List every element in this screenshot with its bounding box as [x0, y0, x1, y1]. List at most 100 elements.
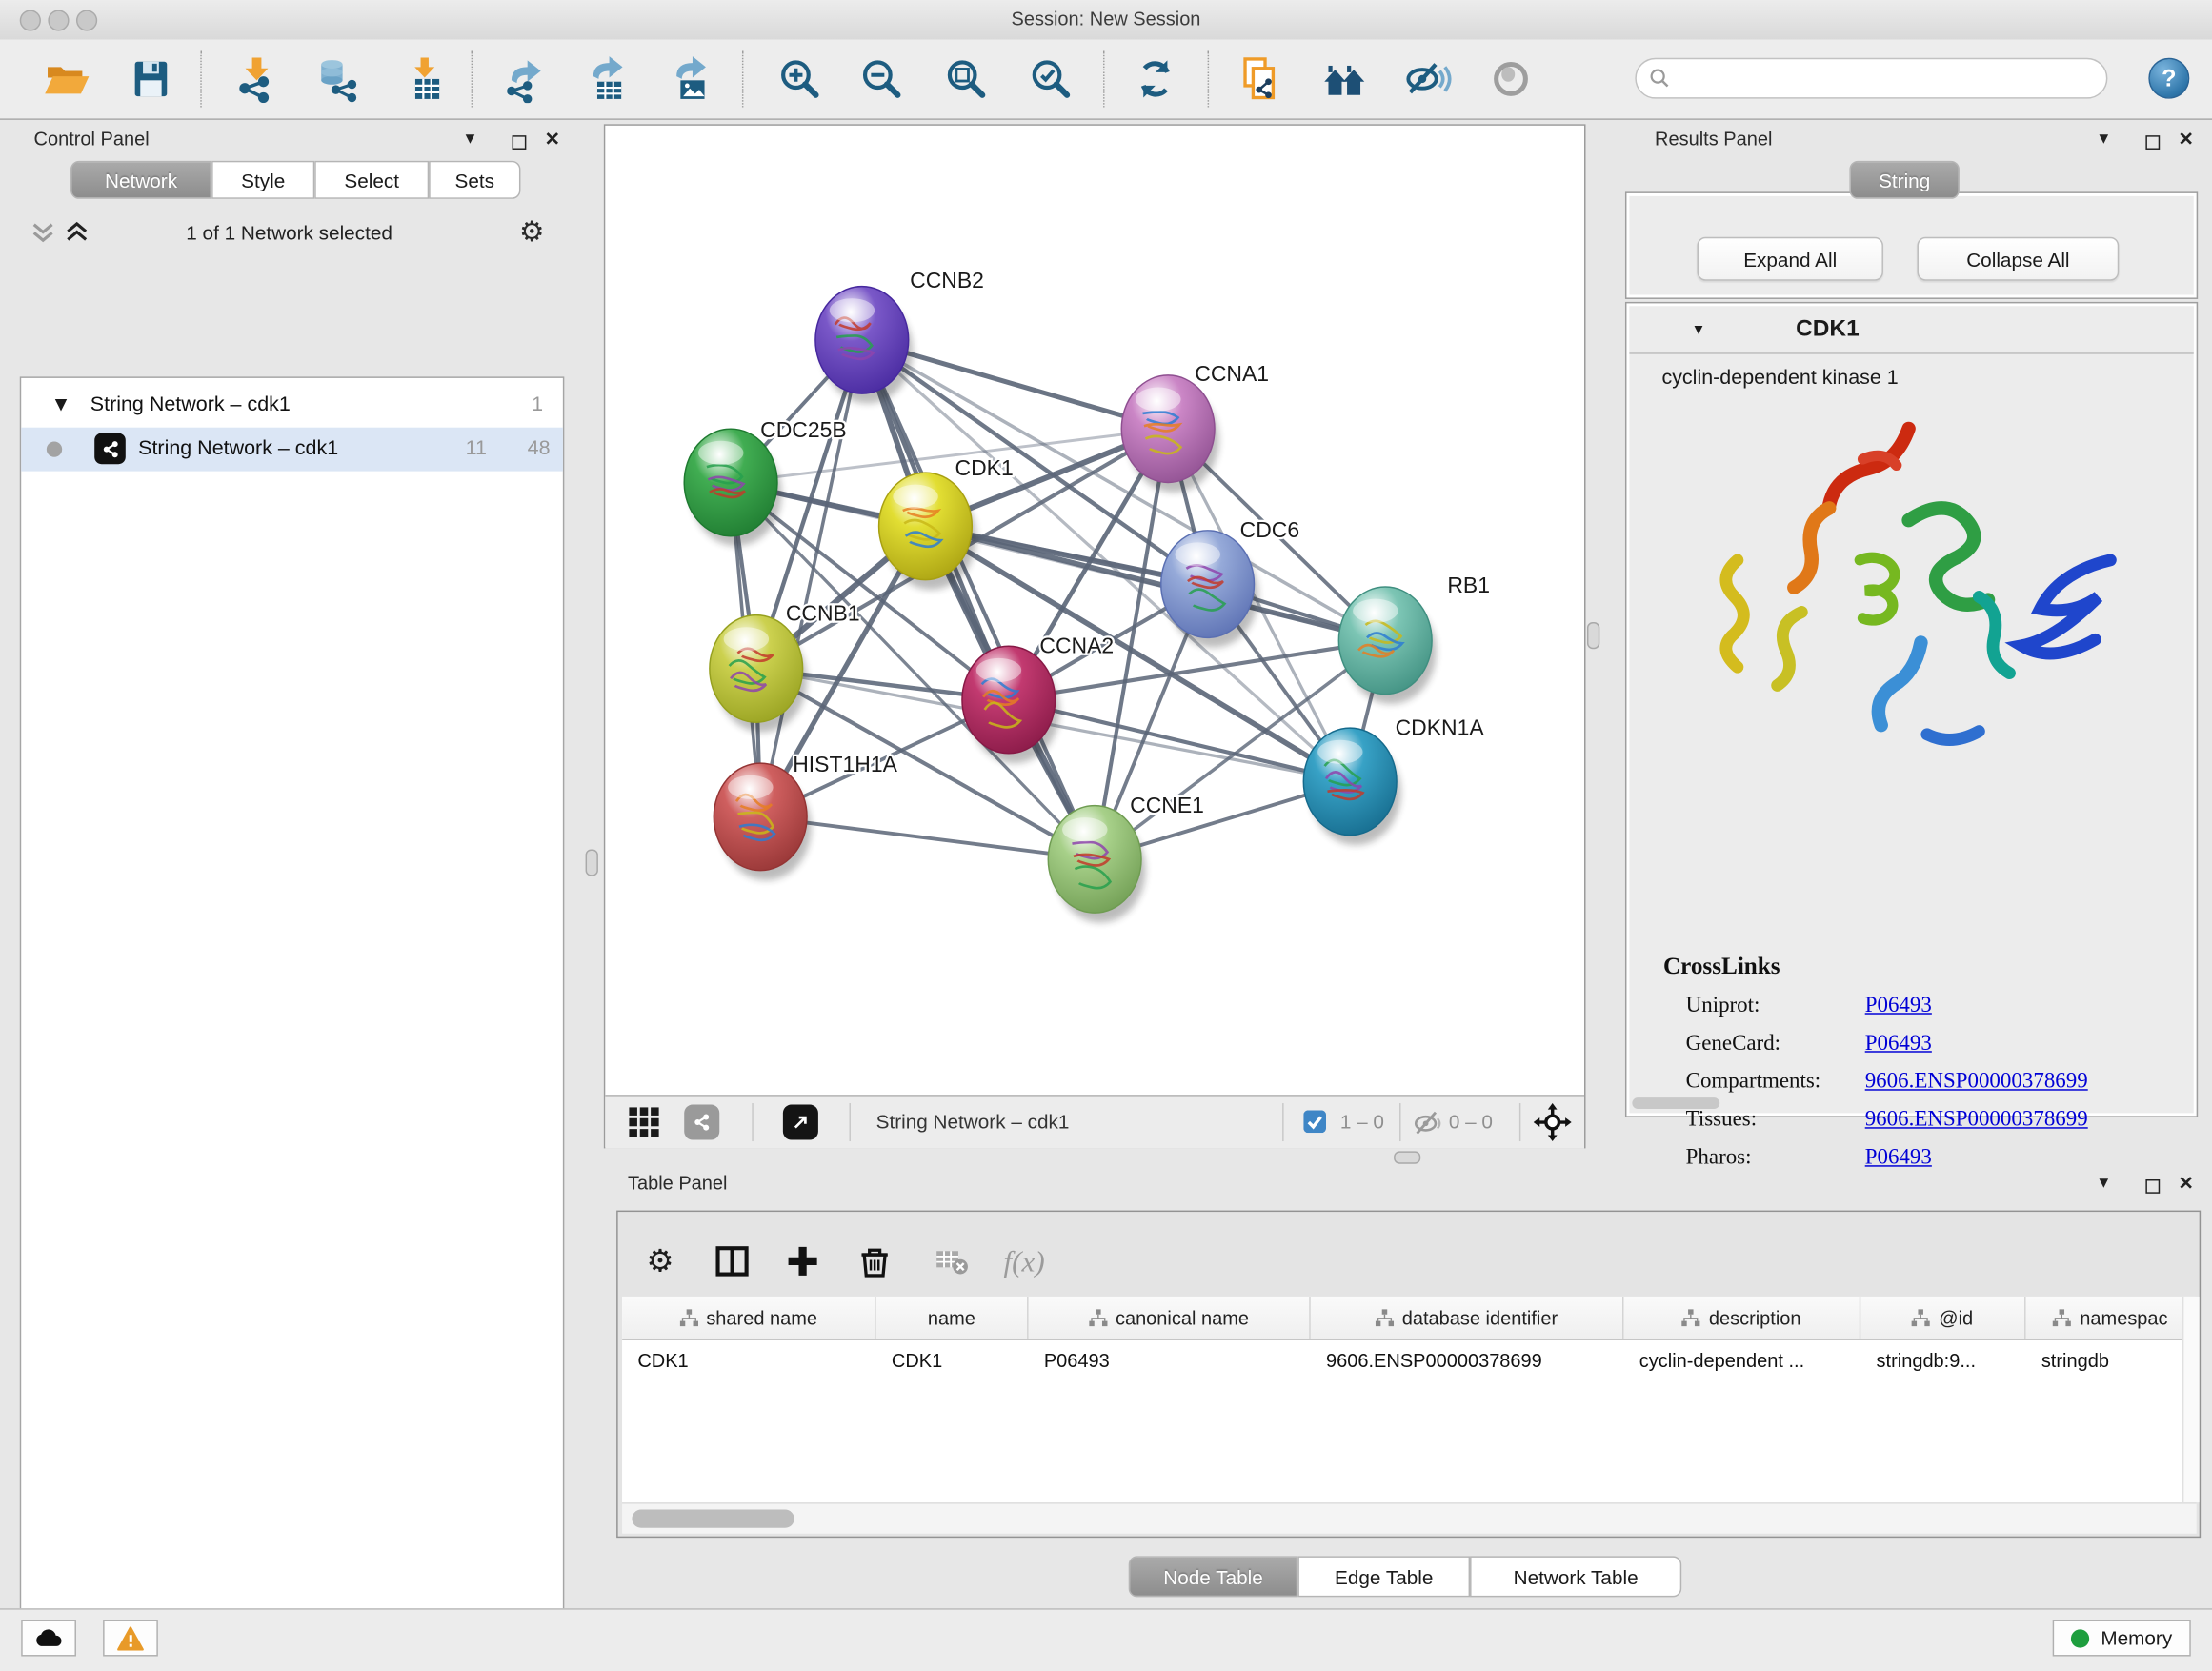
collection-expand-icon[interactable]: ▼	[55, 395, 68, 413]
collapse-all-button[interactable]: Collapse All	[1917, 237, 2119, 281]
table-column-header[interactable]: namespac	[2026, 1297, 2197, 1339]
network-node[interactable]: CDC6	[1161, 517, 1299, 648]
table-cell[interactable]: stringdb	[2026, 1349, 2197, 1370]
panel-float-icon[interactable]	[513, 131, 527, 157]
tab-network[interactable]: Network	[70, 161, 211, 199]
table-options-gear-icon[interactable]: ⚙	[632, 1233, 688, 1289]
gene-card-header[interactable]: ▾ CDK1	[1629, 306, 2193, 353]
import-network-file-icon[interactable]	[231, 53, 282, 104]
zoom-out-icon[interactable]	[856, 53, 907, 104]
tab-select[interactable]: Select	[314, 161, 429, 199]
import-table-icon[interactable]	[399, 53, 450, 104]
zoom-selected-icon[interactable]	[1026, 53, 1076, 104]
cloud-status-button[interactable]	[21, 1620, 76, 1657]
panel-close-icon[interactable]: ✕	[2178, 130, 2193, 148]
add-column-icon[interactable]	[774, 1233, 831, 1289]
tab-edge-table[interactable]: Edge Table	[1297, 1556, 1470, 1597]
network-edge[interactable]	[862, 340, 1095, 859]
table-column-header[interactable]: description	[1623, 1297, 1860, 1339]
open-session-icon[interactable]	[41, 53, 91, 104]
table-cell[interactable]: CDK1	[622, 1349, 876, 1370]
table-column-header[interactable]: canonical name	[1029, 1297, 1311, 1339]
table-column-header[interactable]: shared name	[622, 1297, 876, 1339]
panel-close-icon[interactable]: ✕	[2178, 1174, 2193, 1192]
split-columns-icon[interactable]	[704, 1233, 760, 1289]
import-network-database-icon[interactable]	[313, 53, 364, 104]
collapse-all-networks-icon[interactable]	[31, 220, 55, 252]
warning-button[interactable]	[103, 1620, 158, 1657]
crosslink-link[interactable]: 9606.ENSP00000378699	[1865, 1107, 2088, 1133]
panel-float-icon[interactable]	[2145, 1176, 2160, 1201]
help-button[interactable]: ?	[2148, 58, 2189, 99]
search-field[interactable]	[1635, 58, 2107, 99]
network-node[interactable]: CCNA1	[1121, 361, 1269, 493]
table-cell[interactable]: CDK1	[876, 1349, 1029, 1370]
grid-view-icon[interactable]	[628, 1106, 660, 1145]
clone-network-icon[interactable]	[1235, 53, 1285, 104]
table-cell[interactable]: cyclin-dependent ...	[1623, 1349, 1860, 1370]
panel-float-icon[interactable]	[2145, 131, 2160, 157]
network-canvas[interactable]: CCNB2CCNA1CDC25BCDK1CDC6RB1CCNB1CCNA2CDK…	[605, 126, 1584, 1095]
function-builder-icon[interactable]: f(x)	[995, 1233, 1052, 1289]
network-view[interactable]: CCNB2CCNA1CDC25BCDK1CDC6RB1CCNB1CCNA2CDK…	[604, 124, 1586, 1148]
network-options-gear-icon[interactable]: ⚙	[519, 214, 545, 249]
table-vertical-scrollbar[interactable]	[2182, 1297, 2200, 1502]
tab-sets[interactable]: Sets	[429, 161, 520, 199]
move-crosshair-icon[interactable]	[1534, 1103, 1572, 1148]
network-node[interactable]: CCNE1	[1048, 793, 1204, 923]
delete-column-trash-icon[interactable]	[847, 1233, 903, 1289]
panel-menu-icon[interactable]: ▾	[2100, 1174, 2109, 1192]
zoom-in-icon[interactable]	[774, 53, 825, 104]
panel-menu-icon[interactable]: ▾	[2100, 130, 2109, 148]
table-column-header[interactable]: @id	[1860, 1297, 2025, 1339]
search-input[interactable]	[1678, 67, 2106, 91]
network-node[interactable]: CCNB2	[815, 268, 984, 403]
network-edge[interactable]	[925, 526, 1385, 640]
crosslink-link[interactable]: P06493	[1865, 994, 1932, 1019]
birdseye-view-icon[interactable]	[783, 1105, 818, 1140]
tab-style[interactable]: Style	[211, 161, 314, 199]
control-panel-title: Control Panel	[34, 129, 150, 150]
scrollbar-thumb[interactable]	[632, 1510, 794, 1528]
panel-menu-icon[interactable]: ▾	[466, 130, 475, 148]
tab-string[interactable]: String	[1849, 161, 1960, 199]
refresh-view-icon[interactable]	[1130, 53, 1180, 104]
share-network-icon[interactable]	[684, 1105, 719, 1140]
export-image-icon[interactable]	[664, 53, 714, 104]
hidden-eye-icon[interactable]	[1412, 1107, 1441, 1144]
network-node[interactable]: RB1	[1338, 573, 1490, 704]
memory-button[interactable]: Memory	[2053, 1620, 2191, 1657]
gene-collapse-icon[interactable]: ▾	[1695, 319, 1703, 339]
table-row[interactable]: CDK1CDK1P064939606.ENSP00000378699cyclin…	[622, 1340, 2197, 1379]
network-node[interactable]: HIST1H1A	[714, 752, 897, 880]
eye-icon[interactable]	[1485, 53, 1536, 104]
network-row[interactable]: String Network – cdk1 11 48	[21, 428, 563, 472]
selected-checkbox-icon[interactable]	[1303, 1110, 1326, 1139]
network-overview-icon[interactable]	[1319, 53, 1370, 104]
selected-count: 1 – 0	[1340, 1110, 1384, 1133]
table-column-header[interactable]: database identifier	[1311, 1297, 1624, 1339]
table-column-header[interactable]: name	[876, 1297, 1029, 1339]
save-session-icon[interactable]	[126, 53, 176, 104]
tab-node-table[interactable]: Node Table	[1129, 1556, 1298, 1597]
crosslink-link[interactable]: 9606.ENSP00000378699	[1865, 1069, 2088, 1095]
tab-network-table[interactable]: Network Table	[1470, 1556, 1681, 1597]
table-cell[interactable]: 9606.ENSP00000378699	[1311, 1349, 1624, 1370]
crosslink-link[interactable]: P06493	[1865, 1032, 1932, 1057]
hide-graphics-details-icon[interactable]	[1402, 53, 1453, 104]
table-cell[interactable]: P06493	[1029, 1349, 1311, 1370]
zoom-fit-icon[interactable]	[941, 53, 992, 104]
results-hscrollbar[interactable]	[1632, 1097, 1719, 1109]
expand-all-button[interactable]: Expand All	[1697, 237, 1882, 281]
panel-close-icon[interactable]: ✕	[545, 130, 560, 148]
network-collection-row[interactable]: ▼ String Network – cdk1 1	[21, 384, 563, 428]
network-node[interactable]: CDKN1A	[1303, 715, 1484, 846]
network-edge[interactable]	[760, 340, 862, 817]
toolbar-separator	[1103, 50, 1104, 107]
export-table-icon[interactable]	[581, 53, 632, 104]
delete-table-icon[interactable]	[922, 1233, 978, 1289]
splitter-grip[interactable]	[586, 849, 598, 876]
table-cell[interactable]: stringdb:9...	[1860, 1349, 2025, 1370]
export-network-icon[interactable]	[499, 53, 550, 104]
table-horizontal-scrollbar[interactable]	[622, 1502, 2197, 1534]
